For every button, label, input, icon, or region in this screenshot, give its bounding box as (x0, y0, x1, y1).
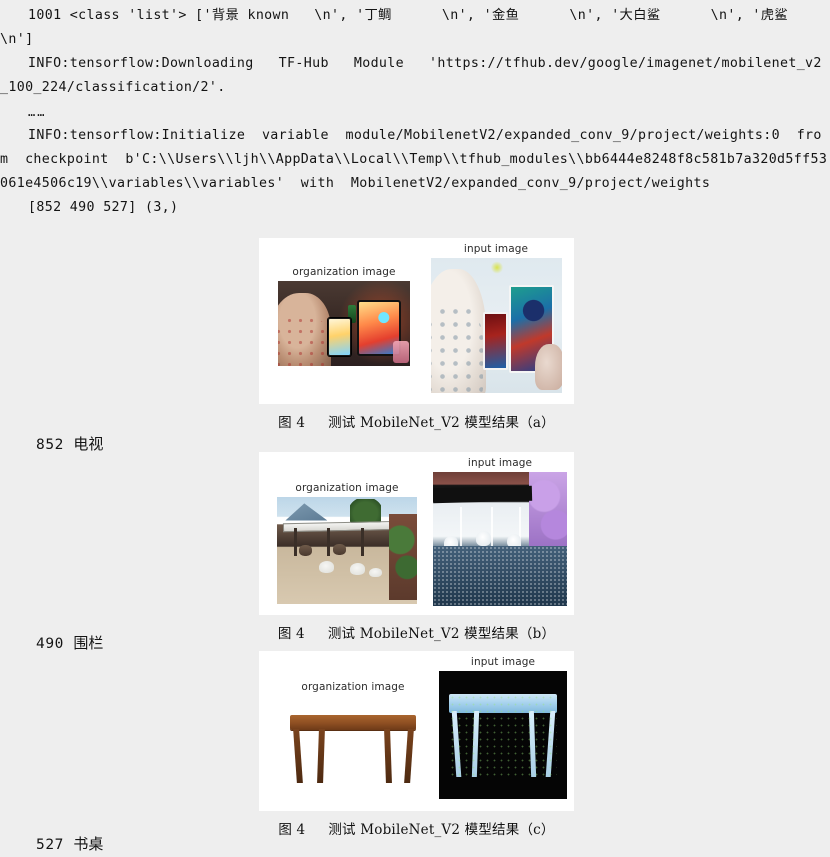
goat-shape (333, 544, 346, 555)
figure-c-panel: organization image input image (259, 651, 574, 811)
prediction-label-tv: 852 电视 (36, 433, 103, 454)
small-screen-shape (482, 312, 508, 370)
prediction-name-490: 围栏 (73, 634, 104, 652)
desk-leg (293, 728, 304, 783)
figure-a-caption: 图 4 测试 MobileNet_V2 模型结果（a） (259, 404, 574, 431)
figure-b-panel: organization image input image (259, 452, 574, 615)
figure-a: organization image input image 图 4 测试 Mo… (259, 238, 574, 431)
highlight-glow (490, 260, 503, 275)
desk-top (449, 694, 557, 713)
prediction-label-desk: 527 书桌 (36, 833, 103, 854)
sheep-shape (319, 561, 335, 573)
figure-b-caption-text: 测试 MobileNet_V2 模型结果（b） (327, 626, 556, 642)
bush-shape (389, 514, 417, 600)
figure-c-caption: 图 4 测试 MobileNet_V2 模型结果（c） (259, 811, 574, 838)
figure-c-caption-prefix: 图 4 (278, 822, 306, 838)
figure-c-organization-image (278, 696, 428, 801)
tree-shape (349, 499, 381, 523)
desk-leg (529, 710, 537, 777)
goat-shape (299, 545, 312, 556)
prediction-index-527: 527 (36, 837, 64, 853)
fabric-pattern (430, 305, 483, 393)
figure-b: organization image input image 图 4 测试 Mo… (259, 452, 574, 642)
fabric-pattern (278, 315, 329, 366)
figure-a-caption-text: 测试 MobileNet_V2 模型结果（a） (328, 415, 555, 431)
figure-a-organization-image-title: organization image (292, 266, 396, 278)
figure-b-organization-image-title: organization image (295, 482, 399, 494)
desk-leg (404, 728, 415, 783)
console-line-prediction-indices: [852 490 527] (3,) (28, 200, 179, 215)
figure-c-caption-text: 测试 MobileNet_V2 模型结果（c） (328, 822, 555, 838)
figure-a-organization-image-group: organization image (273, 266, 415, 366)
sheep-shape (475, 530, 491, 546)
mountain-shape (285, 503, 328, 521)
figure-c-organization-image-title: organization image (301, 681, 405, 693)
figure-a-input-image (430, 258, 562, 393)
prediction-label-fence: 490 围栏 (36, 632, 103, 653)
figure-b-input-image (433, 472, 567, 606)
figure-c-organization-image-group: organization image (273, 681, 433, 801)
prediction-index-852: 852 (36, 437, 64, 453)
console-output-block: 1001 <class 'list'> ['背景 known \n', '丁鲷 … (0, 0, 830, 220)
sheep-shape (369, 567, 382, 578)
shelter-roof-shape (433, 485, 533, 503)
console-line-downloading: INFO:tensorflow:Downloading TF-Hub Modul… (0, 56, 822, 95)
prediction-name-852: 电视 (73, 435, 104, 453)
figure-a-panel: organization image input image (259, 238, 574, 404)
desk-shape (290, 714, 416, 784)
hand-shape (535, 344, 562, 391)
desk-leg (384, 728, 392, 783)
console-line-class-list: 1001 <class 'list'> ['背景 known \n', '丁鲷 … (0, 8, 830, 47)
figure-b-input-image-group: input image (431, 457, 569, 606)
figure-a-organization-image (278, 281, 410, 366)
figure-b-input-image-title: input image (467, 457, 533, 469)
desk-leg (451, 710, 462, 777)
figure-b-organization-image (277, 497, 417, 604)
figure-b-organization-image-group: organization image (273, 482, 421, 604)
figure-a-caption-prefix: 图 4 (278, 415, 306, 431)
small-screen-shape (328, 318, 352, 357)
prediction-name-527: 书桌 (73, 835, 104, 853)
sheep-shape (349, 563, 366, 576)
figure-b-caption: 图 4 测试 MobileNet_V2 模型结果（b） (259, 615, 574, 642)
console-line-ellipsis: …… (28, 105, 47, 119)
desk-leg (545, 710, 556, 777)
desk-leg (471, 710, 479, 777)
fence-post (293, 528, 297, 556)
figure-c-input-image-title: input image (470, 656, 536, 668)
desk-shape (449, 694, 557, 779)
figure-c: organization image input image 图 4 测试 Mo… (259, 651, 574, 838)
figure-a-input-image-group: input image (426, 243, 566, 393)
desk-top (290, 714, 416, 731)
figure-a-input-image-title: input image (463, 243, 529, 255)
figure-b-caption-prefix: 图 4 (277, 626, 305, 642)
fence-post (361, 528, 365, 556)
console-line-initialize-variable: INFO:tensorflow:Initialize variable modu… (0, 128, 828, 191)
desk-leg (316, 728, 325, 783)
figure-c-input-image-group: input image (437, 656, 569, 799)
adversarial-noise-overlay (433, 545, 567, 606)
pink-object-shape (392, 340, 409, 363)
figure-c-input-image (439, 671, 567, 799)
prediction-index-490: 490 (36, 636, 64, 652)
fence-post (327, 528, 331, 556)
